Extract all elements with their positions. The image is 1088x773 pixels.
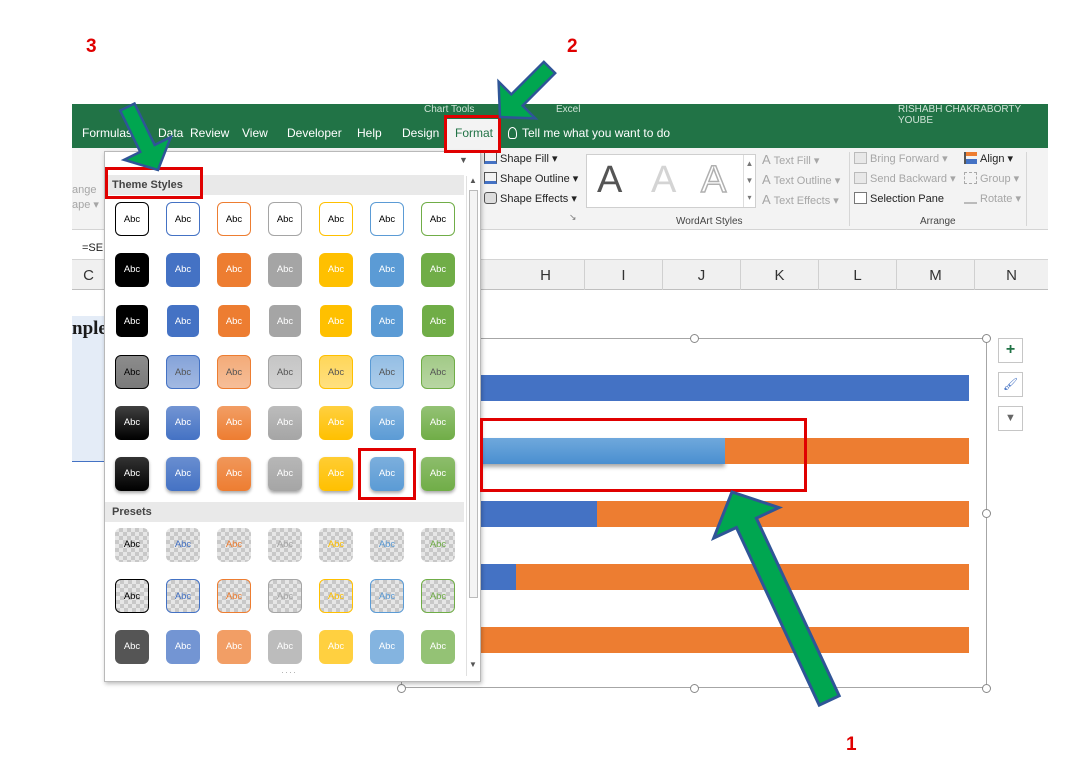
annotation-arrows <box>118 60 842 708</box>
green-arrow-icon <box>118 101 174 172</box>
green-arrow-icon <box>497 60 557 120</box>
green-arrow-icon <box>710 490 842 708</box>
